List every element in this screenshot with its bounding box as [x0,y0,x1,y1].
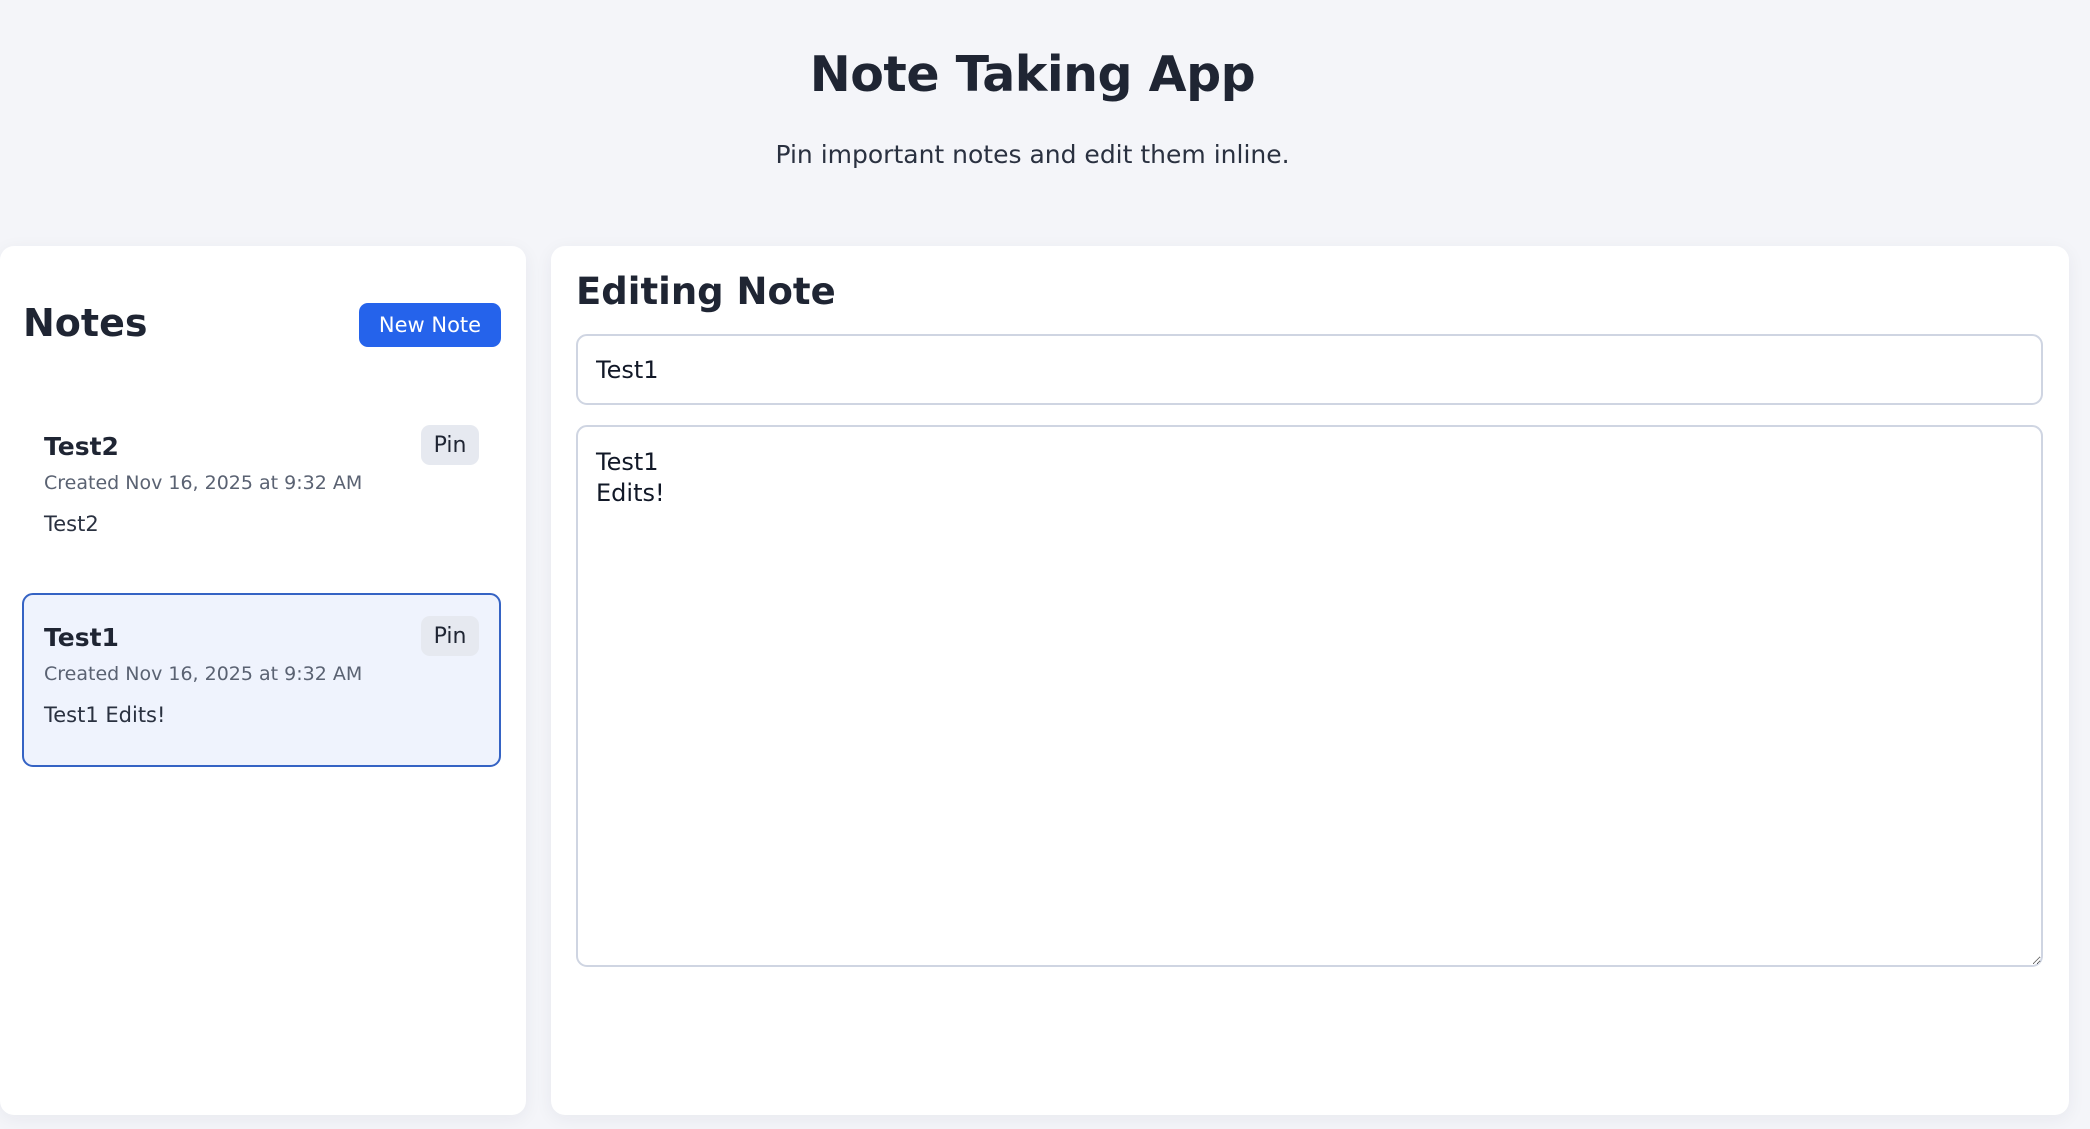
new-note-button[interactable]: New Note [359,303,501,347]
sidebar-title: Notes [23,301,148,345]
note-card-test1-selected[interactable]: Test1 Pin Created Nov 16, 2025 at 9:32 A… [22,593,501,767]
note-title: Test1 [44,623,119,652]
note-created-date: Created Nov 16, 2025 at 9:32 AM [44,472,363,494]
note-body-textarea[interactable]: Test1 Edits! [576,425,2043,967]
note-card-test2[interactable]: Test2 Pin Created Nov 16, 2025 at 9:32 A… [22,402,501,576]
note-created-date: Created Nov 16, 2025 at 9:32 AM [44,663,363,685]
note-title-input[interactable] [576,334,2043,405]
editor-heading: Editing Note [576,270,836,313]
note-title: Test2 [44,432,119,461]
app-title: Note Taking App [809,46,1256,103]
note-preview: Test1 Edits! [44,703,166,727]
pin-button[interactable]: Pin [421,425,479,465]
app-subtitle: Pin important notes and edit them inline… [775,140,1290,169]
pin-button[interactable]: Pin [421,616,479,656]
note-preview: Test2 [44,512,99,536]
